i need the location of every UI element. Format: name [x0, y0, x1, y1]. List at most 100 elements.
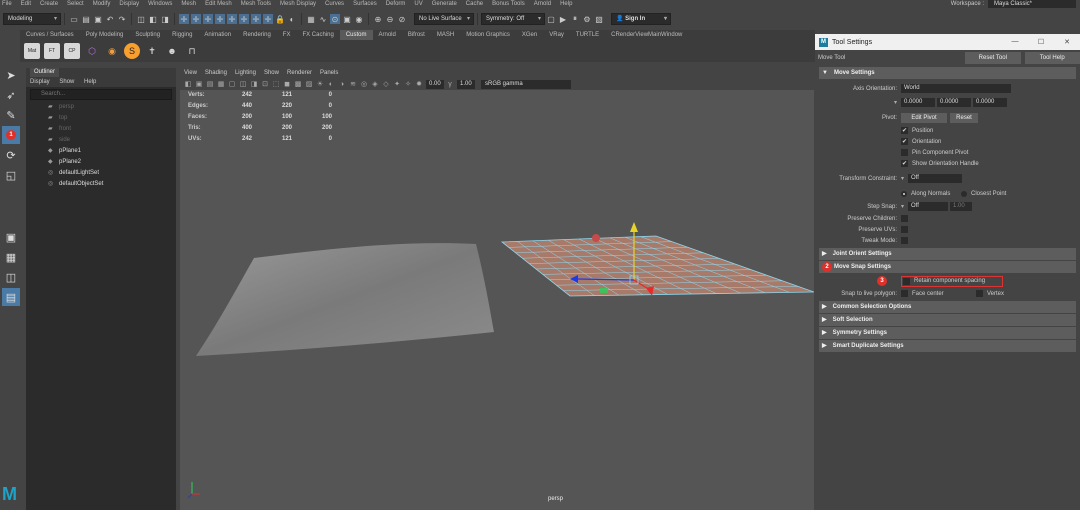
- menu-file[interactable]: File: [2, 1, 12, 7]
- single-perspective-icon[interactable]: ▣: [2, 228, 20, 246]
- snap-grid-icon[interactable]: ▦: [306, 14, 316, 24]
- lasso-tool-icon[interactable]: ➶: [2, 86, 20, 104]
- shelf-cp-button[interactable]: CP: [64, 43, 80, 59]
- menu-edit[interactable]: Edit: [21, 1, 31, 7]
- edit-pivot-button[interactable]: Edit Pivot: [901, 113, 947, 123]
- shelf-tab-turtle[interactable]: TURTLE: [570, 30, 605, 40]
- shelf-sphere-icon[interactable]: ◉: [104, 43, 120, 59]
- menu-deform[interactable]: Deform: [386, 1, 406, 7]
- shelf-tab-curves-surfaces[interactable]: Curves / Surfaces: [20, 30, 80, 40]
- closest-point-radio[interactable]: [961, 191, 967, 197]
- retain-spacing-checkbox[interactable]: [903, 277, 910, 285]
- select-dynamic-icon[interactable]: ✛: [239, 14, 249, 24]
- outliner-item[interactable]: ◎ defaultObjectSet: [26, 179, 176, 190]
- axis-orientation-dropdown[interactable]: World: [901, 84, 1011, 93]
- preserve-children-checkbox[interactable]: [901, 215, 908, 222]
- viewport-panel[interactable]: View Shading Lighting Show Renderer Panels ◧ …: [180, 68, 814, 510]
- hypershade-icon[interactable]: ▧: [594, 14, 604, 24]
- symmetry-dropdown[interactable]: Symmetry: Off: [481, 13, 545, 25]
- menu-generate[interactable]: Generate: [432, 1, 457, 7]
- select-component-icon[interactable]: ◨: [160, 14, 170, 24]
- four-view-icon[interactable]: ▦: [2, 248, 20, 266]
- render-icon[interactable]: ▶: [558, 14, 568, 24]
- viewport-menu-shading[interactable]: Shading: [205, 70, 227, 76]
- gate-mask-icon[interactable]: ◨: [250, 80, 258, 88]
- ambient-occlusion-icon[interactable]: ◑: [338, 80, 346, 88]
- axis-x-field[interactable]: 0.0000: [901, 97, 935, 107]
- menu-set-dropdown[interactable]: Modeling: [3, 13, 61, 25]
- viewport-menu-renderer[interactable]: Renderer: [287, 70, 312, 76]
- menu-mesh[interactable]: Mesh: [181, 1, 196, 7]
- gamma-icon[interactable]: γ: [446, 80, 454, 88]
- menu-edit-mesh[interactable]: Edit Mesh: [205, 1, 232, 7]
- axis-y-field[interactable]: 0.0000: [937, 97, 971, 107]
- outliner-item[interactable]: ▰ top: [26, 113, 176, 124]
- preserve-uvs-checkbox[interactable]: [901, 226, 908, 233]
- xray-components-icon[interactable]: ✧: [404, 80, 412, 88]
- shelf-tab-vray[interactable]: VRay: [543, 30, 570, 40]
- axis-z-field[interactable]: 0.0000: [973, 97, 1007, 107]
- shelf-tab-animation[interactable]: Animation: [198, 30, 237, 40]
- menu-windows[interactable]: Windows: [148, 1, 172, 7]
- history-icon[interactable]: ⊘: [397, 14, 407, 24]
- move-tool-icon[interactable]: 1: [2, 126, 20, 144]
- shelf-ft-button[interactable]: FT: [44, 43, 60, 59]
- select-misc-icon[interactable]: ✛: [263, 14, 273, 24]
- select-handle-icon[interactable]: ✛: [179, 14, 189, 24]
- select-deformer-icon[interactable]: ✛: [227, 14, 237, 24]
- shelf-figure-icon[interactable]: ✝: [144, 43, 160, 59]
- lights-icon[interactable]: ☀: [316, 80, 324, 88]
- input-ops-icon[interactable]: ⊕: [373, 14, 383, 24]
- shelf-mat-button[interactable]: Mat: [24, 43, 40, 59]
- scale-tool-icon[interactable]: ◱: [2, 166, 20, 184]
- transform-constraint-dropdown[interactable]: Off: [908, 174, 963, 183]
- shelf-tab-fx[interactable]: FX: [277, 30, 297, 40]
- reset-pivot-button[interactable]: Reset: [950, 113, 978, 123]
- redo-icon[interactable]: ↷: [117, 14, 127, 24]
- output-ops-icon[interactable]: ⊖: [385, 14, 395, 24]
- shelf-skull-icon[interactable]: ☻: [164, 43, 180, 59]
- highlight-selection-icon[interactable]: ◐: [287, 14, 297, 24]
- isolate-select-icon[interactable]: ◈: [371, 80, 379, 88]
- outliner-item[interactable]: ◆ pPlane1: [26, 146, 176, 157]
- tool-help-button[interactable]: Tool Help: [1024, 52, 1080, 64]
- shelf-tab-arnold[interactable]: Arnold: [373, 30, 402, 40]
- exposure-icon[interactable]: ✹: [415, 80, 423, 88]
- shelf-pillar-icon[interactable]: ⊓: [184, 43, 200, 59]
- smooth-shade-icon[interactable]: ◼: [283, 80, 291, 88]
- shelf-tab-xgen[interactable]: XGen: [516, 30, 543, 40]
- pivot-checkbox[interactable]: [901, 149, 908, 156]
- outliner-item[interactable]: ▰ side: [26, 135, 176, 146]
- section-smart-duplicate-settings[interactable]: ▶ Smart Duplicate Settings: [819, 340, 1076, 352]
- new-scene-icon[interactable]: ▭: [69, 14, 79, 24]
- select-object-icon[interactable]: ◧: [148, 14, 158, 24]
- outliner-tab[interactable]: Outliner: [26, 68, 176, 77]
- viewport-scene[interactable]: [180, 90, 814, 510]
- paint-select-icon[interactable]: ✎: [2, 106, 20, 124]
- section-symmetry-settings[interactable]: ▶ Symmetry Settings: [819, 327, 1076, 339]
- workspace-selector[interactable]: Workspace : Maya Classic*: [951, 0, 1076, 8]
- move-settings-section[interactable]: ▼ Move Settings: [819, 67, 1076, 79]
- outliner-item[interactable]: ▰ persp: [26, 102, 176, 113]
- pivot-checkbox[interactable]: ✔: [901, 127, 908, 134]
- shadows-icon[interactable]: ◐: [327, 80, 335, 88]
- menu-select[interactable]: Select: [67, 1, 84, 7]
- xray-joints-icon[interactable]: ✦: [393, 80, 401, 88]
- menu-uv[interactable]: UV: [414, 1, 422, 7]
- live-surface-field[interactable]: No Live Surface: [414, 13, 474, 25]
- tweak-mode-checkbox[interactable]: [901, 237, 908, 244]
- shelf-tab-motion-graphics[interactable]: Motion Graphics: [460, 30, 516, 40]
- outliner-menu-display[interactable]: Display: [30, 79, 50, 85]
- menu-mesh-display[interactable]: Mesh Display: [280, 1, 316, 7]
- menu-curves[interactable]: Curves: [325, 1, 344, 7]
- outliner-layout-icon[interactable]: ▤: [2, 288, 20, 306]
- menu-arnold[interactable]: Arnold: [534, 1, 551, 7]
- wireframe-on-shaded-icon[interactable]: ▩: [294, 80, 302, 88]
- face-center-checkbox[interactable]: [901, 290, 908, 297]
- resolution-gate-icon[interactable]: ◫: [239, 80, 247, 88]
- step-snap-dropdown[interactable]: Off: [908, 202, 949, 211]
- rotate-tool-icon[interactable]: ⟳: [2, 146, 20, 164]
- gamma-field[interactable]: 1.00: [457, 79, 475, 89]
- outliner-item[interactable]: ◆ pPlane2: [26, 157, 176, 168]
- shelf-tab-rigging[interactable]: Rigging: [166, 30, 198, 40]
